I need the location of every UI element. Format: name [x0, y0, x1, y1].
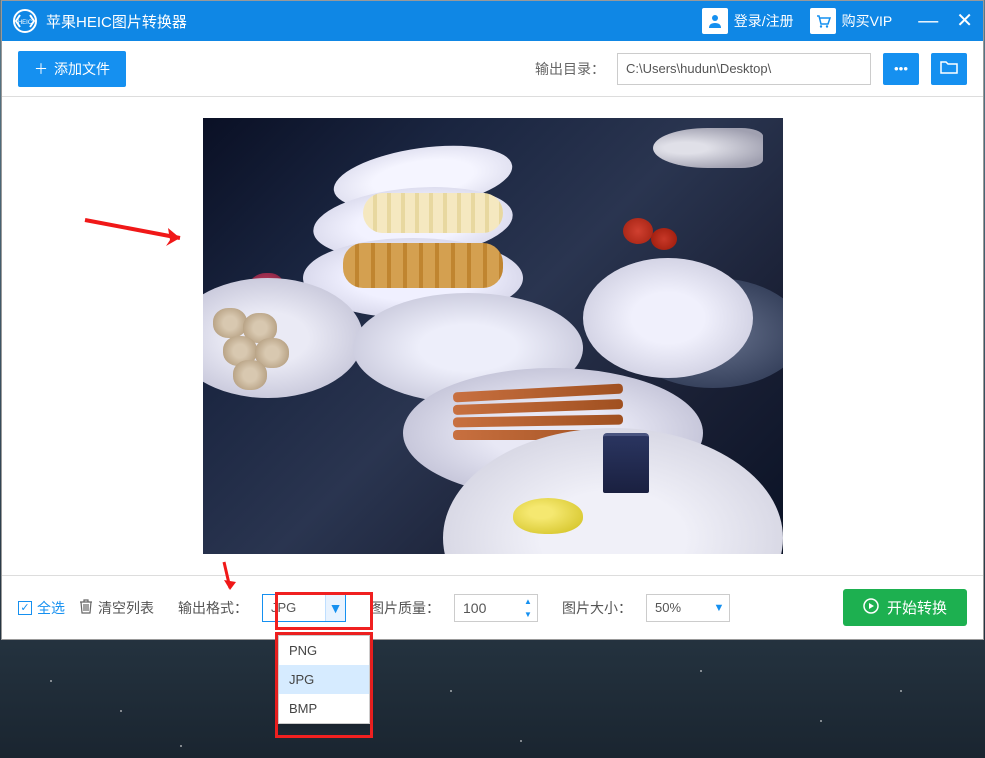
dropdown-option-png[interactable]: PNG	[279, 636, 369, 665]
select-all-label: 全选	[37, 598, 65, 618]
output-dir-label: 输出目录：	[535, 59, 605, 79]
checkbox-icon: ✓	[18, 601, 32, 615]
play-icon	[863, 598, 879, 618]
preview-image[interactable]	[203, 118, 783, 554]
vip-label: 购买VIP	[842, 11, 893, 31]
convert-button[interactable]: 开始转换	[843, 589, 967, 626]
cart-icon	[810, 8, 836, 34]
minimize-button[interactable]: —	[918, 11, 938, 31]
app-title: 苹果HEIC图片转换器	[46, 11, 187, 32]
user-icon	[702, 8, 728, 34]
bottom-bar: ✓ 全选 清空列表 输出格式： JPG ▼ 图片质量： 100 ▲ ▼ 图片大小…	[2, 575, 983, 639]
output-format-dropdown: PNG JPG BMP	[278, 635, 370, 724]
add-file-label: 添加文件	[54, 59, 110, 79]
vip-button[interactable]: 购买VIP	[802, 4, 901, 38]
close-button[interactable]: ✕	[956, 11, 973, 31]
dropdown-option-bmp[interactable]: BMP	[279, 694, 369, 723]
title-bar: HEIC 苹果HEIC图片转换器 登录/注册 购买VIP — ✕	[2, 1, 983, 41]
chevron-down-icon: ▼	[325, 595, 345, 621]
ellipsis-icon: •••	[894, 61, 908, 76]
chevron-down-icon: ▼	[709, 602, 729, 614]
select-all-checkbox[interactable]: ✓ 全选	[18, 598, 65, 618]
size-combo[interactable]: 50% ▼	[646, 594, 730, 622]
spinner-up-icon[interactable]: ▲	[519, 595, 537, 608]
clear-list-button[interactable]: 清空列表	[79, 598, 154, 618]
app-window: HEIC 苹果HEIC图片转换器 登录/注册 购买VIP — ✕ ＋ 添加文件	[1, 0, 984, 640]
login-label: 登录/注册	[734, 11, 794, 31]
open-folder-button[interactable]	[931, 53, 967, 85]
spinner-down-icon[interactable]: ▼	[519, 608, 537, 621]
login-button[interactable]: 登录/注册	[694, 4, 802, 38]
plus-icon: ＋	[34, 59, 48, 79]
quality-label: 图片质量：	[370, 598, 440, 618]
output-format-combo[interactable]: JPG ▼	[262, 594, 346, 622]
preview-area	[2, 97, 983, 575]
output-dir-input[interactable]	[617, 53, 871, 85]
svg-text:HEIC: HEIC	[18, 20, 33, 26]
browse-button[interactable]: •••	[883, 53, 919, 85]
heic-logo-icon: HEIC	[12, 8, 38, 34]
app-logo: HEIC 苹果HEIC图片转换器	[12, 8, 187, 34]
quality-spinner[interactable]: 100 ▲ ▼	[454, 594, 538, 622]
quality-value: 100	[455, 600, 519, 616]
convert-label: 开始转换	[887, 597, 947, 618]
dropdown-option-jpg[interactable]: JPG	[279, 665, 369, 694]
toolbar: ＋ 添加文件 输出目录： •••	[2, 41, 983, 97]
size-value: 50%	[647, 600, 709, 615]
add-file-button[interactable]: ＋ 添加文件	[18, 51, 126, 87]
trash-icon	[79, 598, 93, 617]
size-label: 图片大小：	[562, 598, 632, 618]
clear-list-label: 清空列表	[98, 598, 154, 618]
output-format-value: JPG	[263, 600, 325, 615]
folder-icon	[940, 59, 958, 78]
output-format-label: 输出格式：	[178, 598, 248, 618]
